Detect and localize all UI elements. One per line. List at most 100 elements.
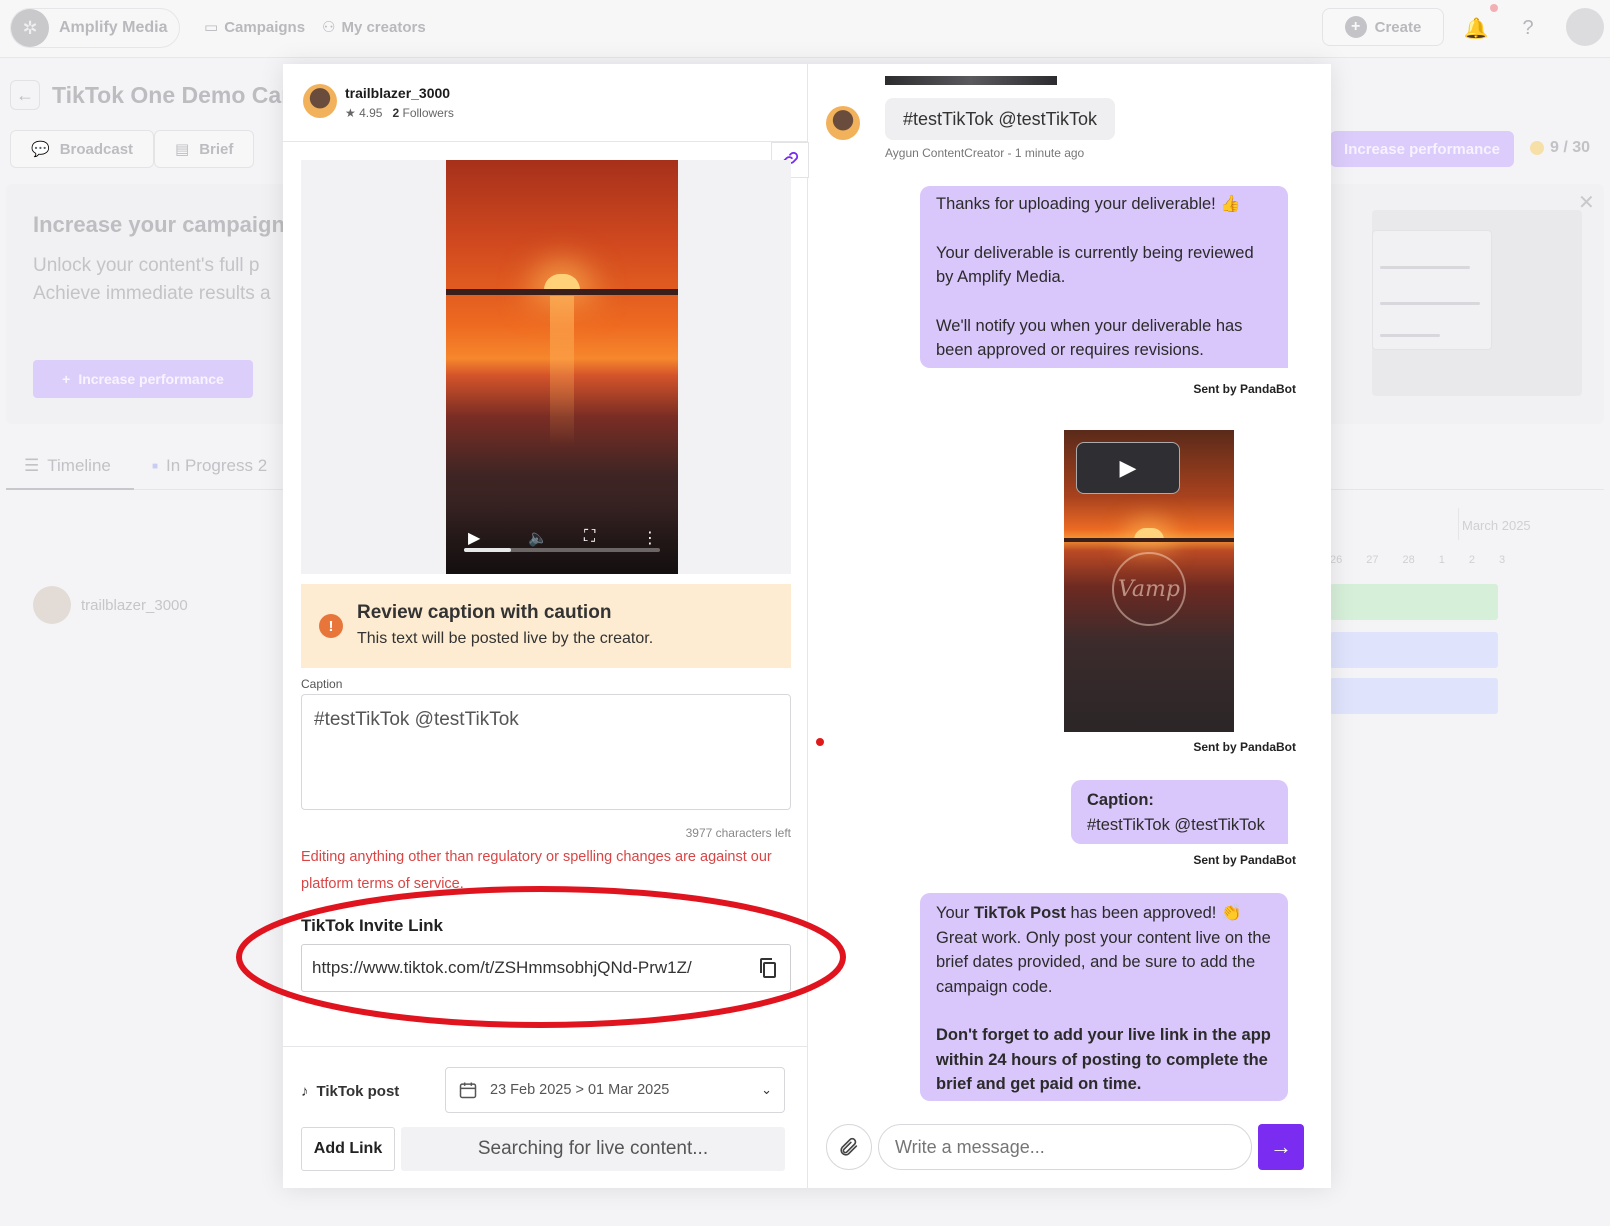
promo-heading: Increase your campaign: [33, 212, 285, 237]
video-sun: [544, 274, 580, 290]
attach-button[interactable]: [826, 1124, 872, 1170]
brand-name: Amplify Media: [59, 19, 168, 36]
nav-campaigns[interactable]: ▭ Campaigns: [204, 18, 305, 37]
avatar: [33, 586, 71, 624]
deliverable-review-modal: trailblazer_3000 ★ 4.95 2 Followers ▶ 🔈 …: [283, 64, 1331, 1188]
bot-message-approved: Your TikTok Post has been approved! 👏 Gr…: [920, 893, 1288, 1101]
watermark-logo: Vamp: [1112, 552, 1186, 626]
invite-link-url: https://www.tiktok.com/t/ZSHmmsobhjQNd-P…: [312, 958, 692, 977]
chat-video-attachment[interactable]: ▶ Vamp: [1064, 430, 1234, 732]
illustration-line: [1380, 302, 1480, 305]
play-icon[interactable]: ▶: [468, 528, 480, 548]
message-line: We'll notify you when your deliverable h…: [936, 316, 1243, 360]
promo-increase-performance-button[interactable]: + Increase performance: [33, 360, 253, 398]
bell-icon[interactable]: 🔔: [1460, 12, 1492, 44]
characters-left: 3977 characters left: [685, 826, 791, 840]
plus-icon: +: [1344, 16, 1367, 38]
message-line: Your deliverable is currently being revi…: [936, 243, 1254, 287]
followers-count: 2: [392, 106, 400, 120]
illustration-line: [1380, 266, 1470, 269]
send-button[interactable]: →: [1258, 1124, 1304, 1170]
fullscreen-icon[interactable]: ⛶: [584, 528, 595, 546]
gantt-bar[interactable]: [1330, 678, 1498, 714]
chevron-down-icon: ⌄: [761, 1082, 772, 1097]
previous-attachment-thumbnail[interactable]: [885, 76, 1057, 85]
tab-in-progress[interactable]: ■ In Progress 2: [152, 456, 267, 476]
illustration-line: [1380, 334, 1440, 337]
approved-reminder: Don't forget to add your live link in th…: [936, 1026, 1271, 1093]
rating-value: 4.95: [359, 106, 383, 120]
timeline-creator-row[interactable]: trailblazer_3000: [33, 586, 188, 624]
notification-dot: [1490, 4, 1498, 12]
gantt-bar[interactable]: [1330, 584, 1498, 620]
video-glare: [550, 296, 574, 446]
document-icon: ▤: [175, 141, 190, 158]
date-range-value: 23 Feb 2025 > 01 Mar 2025: [490, 1082, 670, 1098]
chat-composer: →: [808, 1120, 1331, 1188]
brand-logo-icon: ✲: [11, 9, 49, 47]
unread-dot: [816, 738, 824, 746]
warning-icon: !: [319, 614, 343, 638]
more-options-icon[interactable]: ⋮: [642, 528, 658, 548]
followers-label: Followers: [402, 106, 454, 120]
post-footer: ♪ TikTok post 23 Feb 2025 > 01 Mar 2025 …: [283, 1046, 808, 1188]
square-icon: ■: [152, 460, 159, 472]
timeline-divider: [1458, 508, 1459, 540]
chat-icon: 💬: [31, 141, 50, 158]
tab-timeline-label: Timeline: [47, 456, 111, 475]
credits-counter: 9 / 30: [1530, 139, 1590, 157]
gantt-bar[interactable]: [1330, 632, 1498, 668]
brand-switcher[interactable]: ✲ Amplify Media: [10, 8, 181, 48]
creator-username: trailblazer_3000: [345, 85, 451, 101]
sent-by-label: Sent by PandaBot: [1193, 853, 1296, 867]
plus-icon: +: [62, 371, 71, 387]
approved-bold: TikTok Post: [973, 904, 1066, 922]
video-progress-fill: [464, 548, 512, 552]
promo-button-label: Increase performance: [78, 371, 224, 387]
approved-prefix: Your: [936, 904, 974, 922]
invite-link-field[interactable]: https://www.tiktok.com/t/ZSHmmsobhjQNd-P…: [301, 944, 791, 992]
help-icon[interactable]: ?: [1512, 12, 1544, 44]
tab-broadcast[interactable]: 💬 Broadcast: [10, 130, 155, 168]
timeline-creator-name: trailblazer_3000: [81, 596, 188, 614]
video-preview-area: ▶ 🔈 ⛶ ⋮: [301, 160, 791, 574]
video-controls: ▶ 🔈 ⛶ ⋮: [446, 504, 678, 574]
volume-icon[interactable]: 🔈: [528, 528, 548, 548]
nav-my-creators-label: My creators: [341, 18, 426, 36]
creator-followers: 2 Followers: [392, 106, 453, 120]
add-link-button[interactable]: Add Link: [301, 1127, 395, 1171]
creator-message: #testTikTok @testTikTok: [885, 98, 1115, 140]
date-range-select[interactable]: 23 Feb 2025 > 01 Mar 2025 ⌄: [445, 1067, 785, 1113]
create-button[interactable]: + Create: [1322, 8, 1444, 46]
increase-performance-top-button[interactable]: Increase performance: [1330, 131, 1514, 167]
user-avatar[interactable]: [1566, 8, 1604, 46]
day-label: 1: [1438, 554, 1445, 566]
sent-by-label: Sent by PandaBot: [1193, 382, 1296, 396]
video-progress-bar[interactable]: [464, 548, 660, 552]
tab-timeline[interactable]: ☰ Timeline: [24, 456, 111, 476]
post-type-label: TikTok post: [316, 1083, 400, 1100]
review-panel: trailblazer_3000 ★ 4.95 2 Followers ▶ 🔈 …: [283, 64, 809, 1188]
tab-in-progress-label: In Progress 2: [166, 456, 268, 475]
nav-my-creators[interactable]: ⚇ My creators: [322, 18, 426, 37]
message-input[interactable]: [878, 1124, 1252, 1170]
copy-icon[interactable]: [756, 956, 780, 980]
video-shore: [446, 289, 678, 295]
tab-brief[interactable]: ▤ Brief: [154, 130, 255, 168]
creator-meta: ★ 4.95 2 Followers: [345, 106, 454, 120]
caption-warning-banner: ! Review caption with caution This text …: [301, 584, 791, 668]
video-shore: [1064, 538, 1234, 542]
day-label: 3: [1499, 554, 1506, 566]
paperclip-icon: [840, 1137, 858, 1156]
creator-avatar: [826, 106, 860, 140]
video-player[interactable]: ▶ 🔈 ⛶ ⋮: [446, 160, 678, 574]
arrow-right-icon: →: [1270, 1134, 1292, 1159]
caption-textarea[interactable]: #testTikTok @testTikTok: [301, 694, 791, 810]
play-button-icon[interactable]: ▶: [1076, 442, 1180, 494]
caption-value: #testTikTok @testTikTok: [1087, 815, 1265, 834]
bot-message-caption: Caption: #testTikTok @testTikTok: [1071, 780, 1288, 844]
back-arrow-icon[interactable]: ←: [10, 80, 40, 110]
star-icon: ★: [345, 106, 356, 120]
warning-title: Review caption with caution: [357, 602, 612, 623]
day-label: 26: [1330, 554, 1343, 566]
